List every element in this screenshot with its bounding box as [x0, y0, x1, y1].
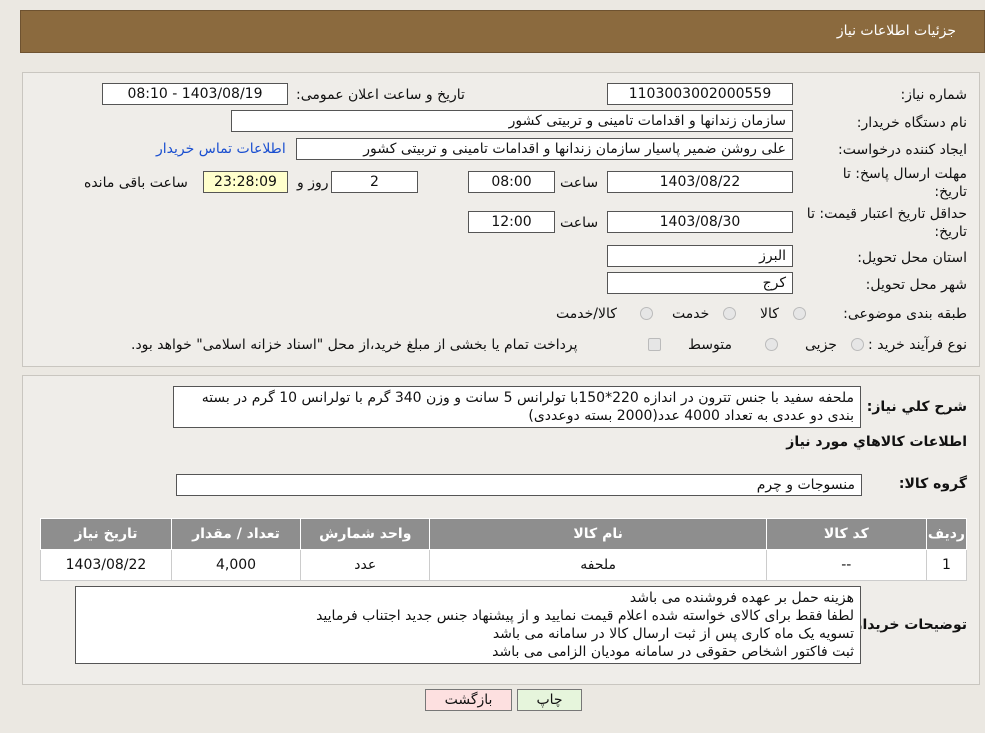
- province-field: البرز: [607, 245, 793, 267]
- summary-line-2: بندی دو عددی به تعداد 4000 عدد(2000 بسته…: [528, 408, 854, 424]
- buyer-notes-label: توضیحات خریدار:: [848, 617, 967, 633]
- goods-group-label: گروه کالا:: [898, 476, 967, 492]
- remaining-time-field: 23:28:09: [203, 171, 288, 193]
- note-line-4: ثبت فاکتور اشخاص حقوقی در سامانه مودیان …: [492, 644, 854, 660]
- province-label: استان محل تحویل:: [857, 250, 967, 266]
- announce-date-field: 1403/08/19 - 08:10: [102, 83, 288, 105]
- need-number-field: 1103003002000559: [607, 83, 793, 105]
- announce-label: تاریخ و ساعت اعلان عمومی:: [296, 87, 465, 103]
- category-option-goods-service: کالا/خدمت: [556, 306, 617, 322]
- deadline-time-label: ساعت: [560, 175, 599, 191]
- category-option-service: خدمت: [672, 306, 710, 322]
- deadline-time-field: 08:00: [468, 171, 555, 193]
- deadline-label: مهلت ارسال پاسخ: تا: [842, 166, 967, 182]
- category-label: طبقه بندی موضوعی:: [843, 306, 967, 322]
- category-radio-goods-service[interactable]: [640, 307, 653, 320]
- cell-quantity: 4,000: [170, 549, 302, 581]
- process-radio-minor[interactable]: [851, 338, 864, 351]
- deadline-date-field: 1403/08/22: [607, 171, 793, 193]
- buyer-field: سازمان زندانها و اقدامات تامینی و تربیتی…: [231, 110, 793, 132]
- cell-row-number: 1: [925, 549, 968, 581]
- items-table: رديف کد کالا نام کالا واحد شمارش تعداد /…: [40, 518, 968, 581]
- summary-line-1: ملحفه سفید با جنس تترون در اندازه 220*15…: [201, 390, 854, 406]
- table-header-row: رديف کد کالا نام کالا واحد شمارش تعداد /…: [40, 518, 968, 550]
- goods-info-title: اطلاعات کالاهاي مورد نياز: [786, 434, 967, 450]
- cell-need-date: 1403/08/22: [40, 549, 172, 581]
- days-label: روز و: [297, 175, 329, 191]
- city-field: کرج: [607, 272, 793, 294]
- buyer-notes-textarea[interactable]: هزینه حمل بر عهده فروشنده می باشد لطفا ف…: [75, 586, 861, 664]
- back-button[interactable]: بازگشت: [425, 689, 512, 711]
- print-button[interactable]: چاپ: [517, 689, 582, 711]
- deadline-label-date: تاریخ:: [934, 184, 967, 200]
- process-option-medium: متوسط: [688, 337, 732, 353]
- process-label: نوع فرآیند خرید :: [868, 337, 967, 353]
- process-option-minor: جزیی: [805, 337, 837, 353]
- city-label: شهر محل تحویل:: [865, 277, 967, 293]
- note-line-3: تسویه یک ماه کاری پس از ثبت ارسال کالا د…: [492, 626, 854, 642]
- treasury-payment-checkbox[interactable]: [648, 338, 661, 351]
- category-option-goods: کالا: [760, 306, 779, 322]
- col-goods-code: کد کالا: [765, 518, 927, 550]
- goods-group-field: منسوجات و چرم: [176, 474, 862, 496]
- table-row: 1 -- ملحفه عدد 4,000 1403/08/22: [40, 549, 968, 581]
- validity-time-label: ساعت: [560, 215, 599, 231]
- cell-goods-code: --: [765, 549, 927, 581]
- summary-textarea[interactable]: ملحفه سفید با جنس تترون در اندازه 220*15…: [173, 386, 861, 428]
- buyer-contact-link[interactable]: اطلاعات تماس خریدار: [156, 141, 286, 157]
- col-quantity: تعداد / مقدار: [170, 518, 302, 550]
- note-line-1: هزینه حمل بر عهده فروشنده می باشد: [629, 590, 854, 606]
- note-line-2: لطفا فقط برای کالای خواسته شده اعلام قیم…: [316, 608, 854, 624]
- creator-field: علی روشن ضمیر پاسیار سازمان زندانها و اق…: [296, 138, 793, 160]
- col-unit: واحد شمارش: [300, 518, 431, 550]
- cell-goods-name: ملحفه: [429, 549, 767, 581]
- col-need-date: تاریخ نیاز: [40, 518, 172, 550]
- days-field: 2: [331, 171, 418, 193]
- validity-label-date: تاریخ:: [934, 224, 967, 240]
- page-header: جزئیات اطلاعات نیاز: [20, 10, 985, 53]
- treasury-payment-note: پرداخت تمام یا بخشی از مبلغ خرید،از محل …: [131, 337, 578, 353]
- category-radio-goods[interactable]: [793, 307, 806, 320]
- process-radio-medium[interactable]: [765, 338, 778, 351]
- validity-date-field: 1403/08/30: [607, 211, 793, 233]
- col-row-number: رديف: [925, 518, 968, 550]
- validity-time-field: 12:00: [468, 211, 555, 233]
- need-number-label: شماره نیاز:: [900, 87, 968, 103]
- buyer-label: نام دستگاه خریدار:: [856, 115, 967, 131]
- remaining-label: ساعت باقی مانده: [84, 175, 188, 191]
- col-goods-name: نام کالا: [429, 518, 767, 550]
- validity-label: حداقل تاریخ اعتبار قیمت: تا: [806, 206, 967, 222]
- creator-label: ایجاد کننده درخواست:: [838, 142, 967, 158]
- page-title: جزئیات اطلاعات نیاز: [836, 23, 956, 39]
- cell-unit: عدد: [300, 549, 431, 581]
- summary-label: شرح کلي نياز:: [866, 399, 967, 415]
- category-radio-service[interactable]: [723, 307, 736, 320]
- items-table-container: رديف کد کالا نام کالا واحد شمارش تعداد /…: [40, 518, 968, 581]
